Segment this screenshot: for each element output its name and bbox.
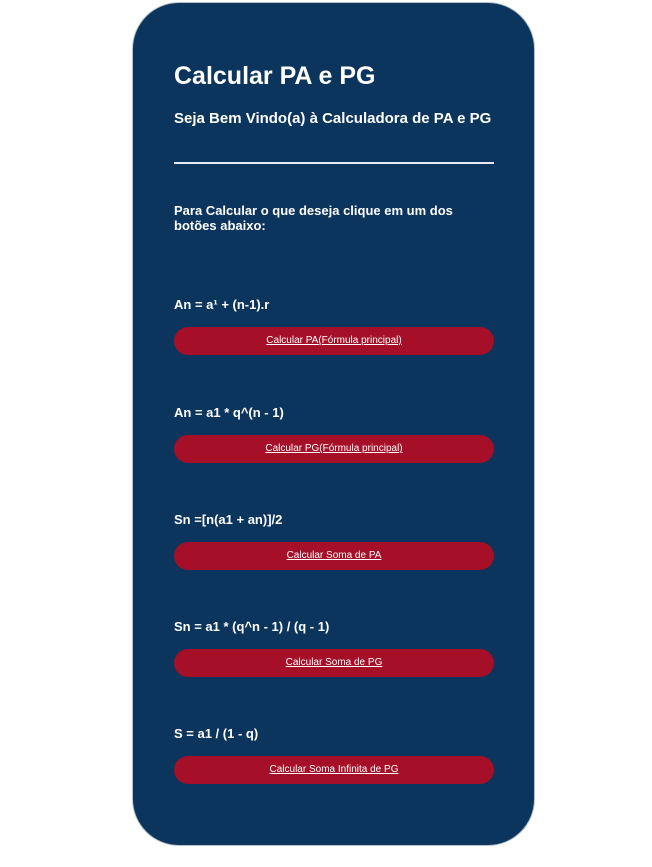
page-title: Calcular PA e PG [174, 62, 376, 90]
pg-sum-formula: Sn = a1 * (q^n - 1) / (q - 1) [174, 619, 330, 634]
calc-pa-sum-button-label: Calcular Soma de PA [286, 550, 382, 561]
pg-formula: An = a1 * q^(n - 1) [174, 405, 284, 420]
calc-pg-infinite-button[interactable]: Calcular Soma Infinita de PG [174, 756, 494, 784]
calc-pg-button[interactable]: Calcular PG(Fórmula principal) [174, 435, 494, 463]
calc-pa-button[interactable]: Calcular PA(Fórmula principal) [174, 327, 494, 355]
calc-pg-sum-button[interactable]: Calcular Soma de PG [174, 649, 494, 677]
calc-pg-button-label: Calcular PG(Fórmula principal) [265, 443, 403, 454]
pa-formula: An = a¹ + (n-1).r [174, 297, 270, 312]
pg-infinite-formula: S = a1 / (1 - q) [174, 726, 259, 741]
calc-pa-sum-button[interactable]: Calcular Soma de PA [174, 542, 494, 570]
welcome-subtitle: Seja Bem Vindo(a) à Calculadora de PA e … [174, 110, 492, 127]
pa-sum-formula: Sn =[n(a1 + an)]/2 [174, 512, 283, 527]
divider [174, 162, 494, 164]
calculator-card: Calcular PA e PG Seja Bem Vindo(a) à Cal… [133, 3, 534, 845]
calc-pa-button-label: Calcular PA(Fórmula principal) [266, 335, 402, 346]
calc-pg-sum-button-label: Calcular Soma de PG [285, 657, 383, 668]
instructions-text: Para Calcular o que deseja clique em um … [174, 203, 453, 233]
calc-pg-infinite-button-label: Calcular Soma Infinita de PG [269, 764, 399, 775]
